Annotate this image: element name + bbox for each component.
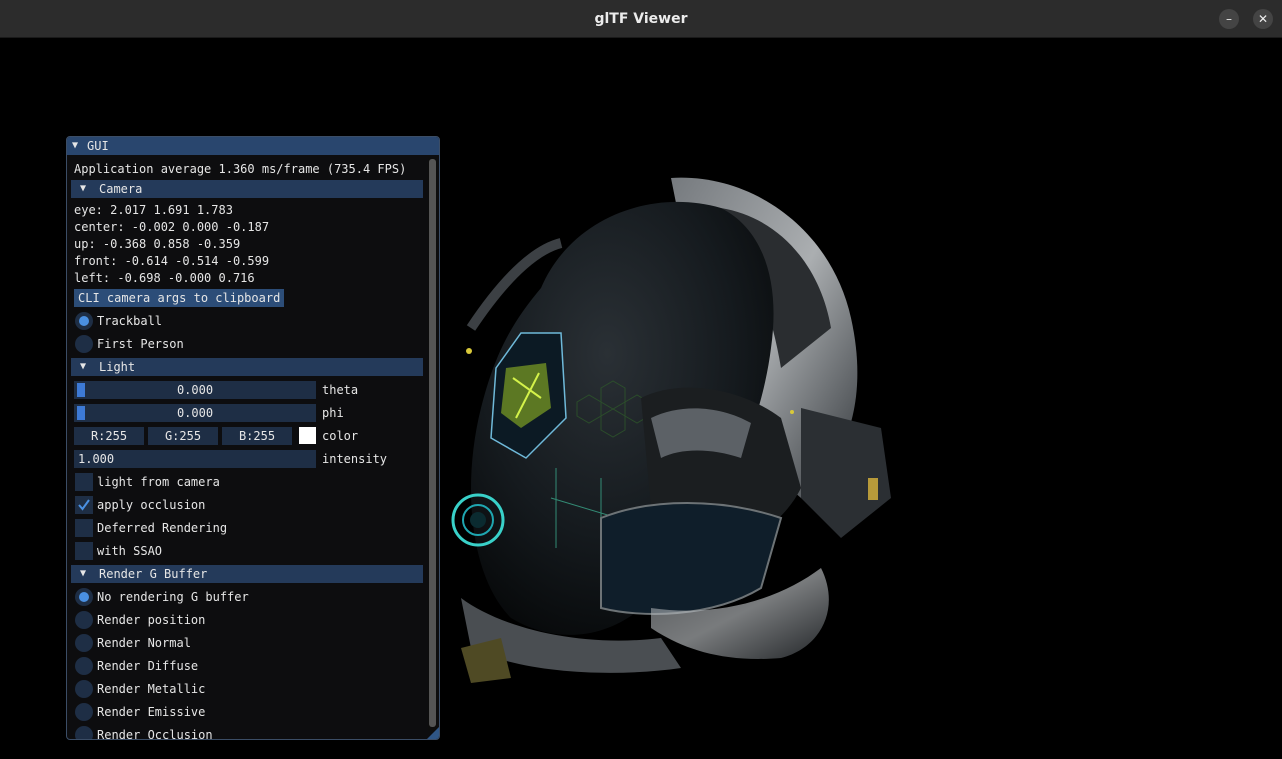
deferred-rendering-label: Deferred Rendering xyxy=(97,521,228,535)
camera-up: up: -0.368 0.858 -0.359 xyxy=(74,237,241,251)
gbuffer-diffuse-label: Render Diffuse xyxy=(97,659,199,673)
gbuffer-header[interactable]: ▼ Render G Buffer xyxy=(71,565,423,583)
resize-grip[interactable] xyxy=(427,727,439,739)
copy-camera-args-button[interactable]: CLI camera args to clipboard xyxy=(74,289,285,307)
fps-text: Application average 1.360 ms/frame (735.… xyxy=(74,162,407,176)
apply-occlusion-label: apply occlusion xyxy=(97,498,206,512)
minimize-icon[interactable]: – xyxy=(1219,9,1239,29)
window-titlebar[interactable]: glTF Viewer – ✕ xyxy=(0,0,1282,38)
gbuffer-diffuse-radio[interactable] xyxy=(75,657,93,675)
color-g-field[interactable]: G:255 xyxy=(148,427,218,445)
gui-panel[interactable]: ▼ GUI Application average 1.360 ms/frame… xyxy=(66,136,440,740)
theta-value: 0.000 xyxy=(176,383,214,397)
camera-front: front: -0.614 -0.514 -0.599 xyxy=(74,254,270,268)
gui-scrollbar[interactable] xyxy=(428,157,437,731)
intensity-value: 1.000 xyxy=(78,452,115,466)
window-title: glTF Viewer xyxy=(594,11,688,27)
helmet-model-image xyxy=(451,177,891,683)
ssao-checkbox[interactable] xyxy=(75,542,93,560)
theta-label: theta xyxy=(322,383,359,397)
camera-header-label: Camera xyxy=(99,182,143,196)
intensity-field[interactable]: 1.000 xyxy=(74,450,316,468)
gbuffer-metallic-radio[interactable] xyxy=(75,680,93,698)
slider-grab[interactable] xyxy=(77,406,85,420)
ssao-label: with SSAO xyxy=(97,544,163,558)
gbuffer-occlusion-radio[interactable] xyxy=(75,726,93,739)
color-b-field[interactable]: B:255 xyxy=(222,427,292,445)
render-viewport[interactable]: ▼ GUI Application average 1.360 ms/frame… xyxy=(1,38,1281,758)
color-swatch[interactable] xyxy=(299,427,316,444)
gui-title: GUI xyxy=(87,139,109,153)
camera-header[interactable]: ▼ Camera xyxy=(71,180,423,198)
camera-center: center: -0.002 0.000 -0.187 xyxy=(74,220,270,234)
gbuffer-normal-radio[interactable] xyxy=(75,634,93,652)
intensity-label: intensity xyxy=(322,452,388,466)
first-person-radio[interactable] xyxy=(75,335,93,353)
gbuffer-metallic-label: Render Metallic xyxy=(97,682,206,696)
color-label: color xyxy=(322,429,359,443)
collapse-arrow-icon: ▼ xyxy=(80,568,87,579)
slider-grab[interactable] xyxy=(77,383,85,397)
collapse-arrow-icon: ▼ xyxy=(80,361,87,372)
gbuffer-occlusion-label: Render Occlusion xyxy=(97,728,213,740)
gui-scrollbar-thumb[interactable] xyxy=(429,159,436,727)
gbuffer-emissive-label: Render Emissive xyxy=(97,705,206,719)
phi-slider[interactable]: 0.000 xyxy=(74,404,316,422)
gbuffer-none-label: No rendering G buffer xyxy=(97,590,249,604)
light-from-camera-label: light from camera xyxy=(97,475,220,489)
camera-eye: eye: 2.017 1.691 1.783 xyxy=(74,203,233,217)
gbuffer-normal-label: Render Normal xyxy=(97,636,191,650)
light-header-label: Light xyxy=(99,360,136,374)
phi-label: phi xyxy=(322,406,344,420)
trackball-label: Trackball xyxy=(97,314,163,328)
gbuffer-position-label: Render position xyxy=(97,613,206,627)
camera-left: left: -0.698 -0.000 0.716 xyxy=(74,271,255,285)
phi-value: 0.000 xyxy=(176,406,214,420)
gbuffer-header-label: Render G Buffer xyxy=(99,567,208,581)
gbuffer-emissive-radio[interactable] xyxy=(75,703,93,721)
gbuffer-none-radio[interactable] xyxy=(75,588,93,606)
light-from-camera-checkbox[interactable] xyxy=(75,473,93,491)
deferred-rendering-checkbox[interactable] xyxy=(75,519,93,537)
apply-occlusion-checkbox[interactable] xyxy=(75,496,93,514)
color-r-field[interactable]: R:255 xyxy=(74,427,144,445)
close-icon[interactable]: ✕ xyxy=(1253,9,1273,29)
collapse-arrow-icon[interactable]: ▼ xyxy=(72,137,78,155)
checkmark-icon xyxy=(78,499,90,511)
light-header[interactable]: ▼ Light xyxy=(71,358,423,376)
gui-titlebar[interactable]: ▼ GUI xyxy=(67,137,439,155)
collapse-arrow-icon: ▼ xyxy=(80,183,87,194)
theta-slider[interactable]: 0.000 xyxy=(74,381,316,399)
first-person-label: First Person xyxy=(97,337,184,351)
trackball-radio[interactable] xyxy=(75,312,93,330)
gbuffer-position-radio[interactable] xyxy=(75,611,93,629)
